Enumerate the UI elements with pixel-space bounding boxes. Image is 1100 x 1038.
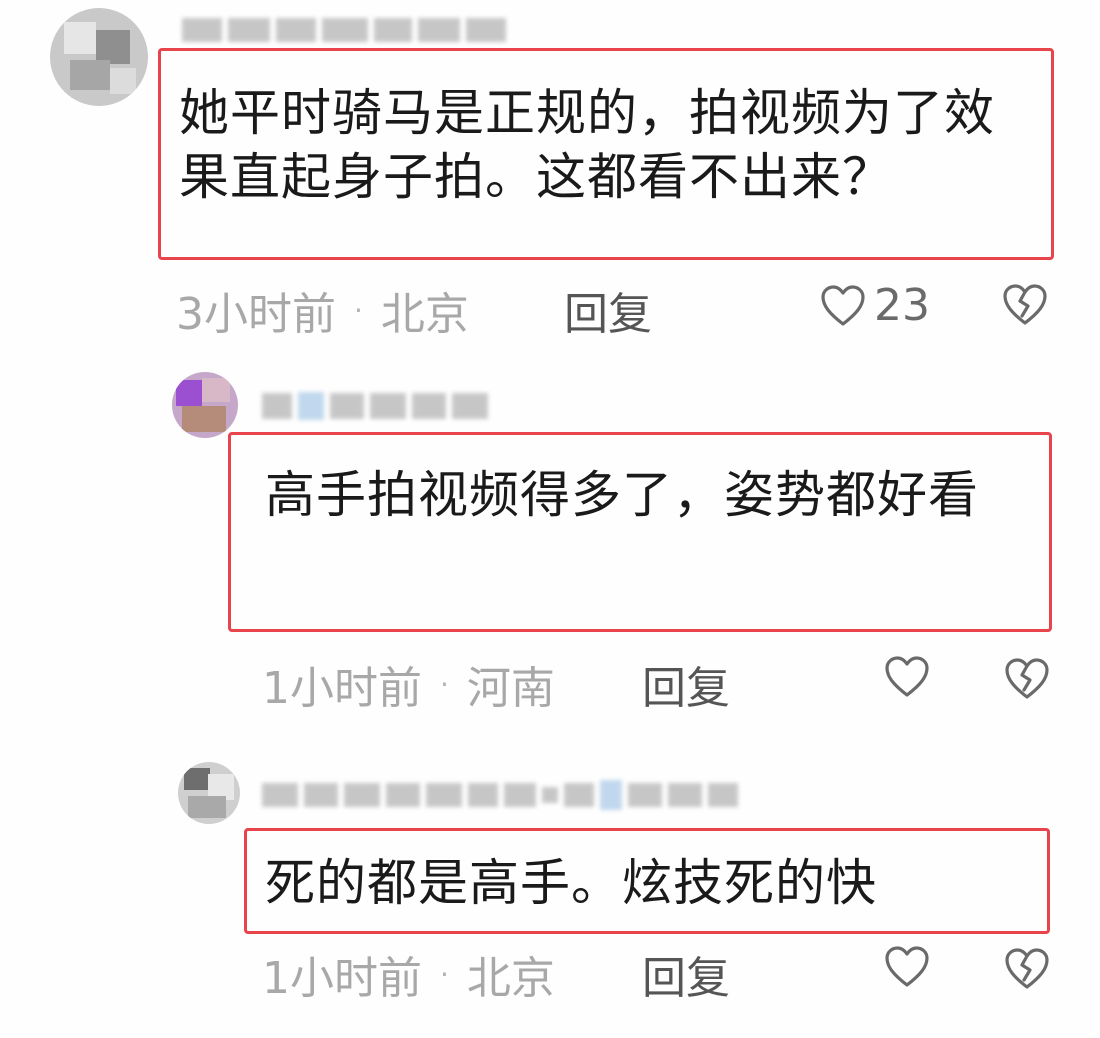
comment-location: 北京 bbox=[466, 953, 555, 1004]
broken-heart-icon bbox=[1004, 658, 1050, 700]
comment-text: 她平时骑马是正规的，拍视频为了效果直起身子拍。这都看不出来？ bbox=[179, 84, 995, 206]
comment-text-box: 她平时骑马是正规的，拍视频为了效果直起身子拍。这都看不出来？ bbox=[158, 48, 1054, 260]
comment-location: 河南 bbox=[466, 663, 555, 714]
like-button[interactable] bbox=[884, 656, 930, 698]
comment-time: 1小时前 bbox=[262, 663, 422, 714]
reply-button[interactable]: 回复 bbox=[642, 652, 730, 716]
reply-button[interactable]: 回复 bbox=[564, 278, 652, 342]
avatar[interactable] bbox=[178, 762, 240, 824]
comment-thread: 她平时骑马是正规的，拍视频为了效果直起身子拍。这都看不出来？ 3小时前 · 北京… bbox=[0, 0, 1100, 1038]
broken-heart-icon bbox=[1004, 948, 1050, 990]
comment-text-box: 死的都是高手。炫技死的快 bbox=[244, 828, 1050, 934]
comment-meta: 3小时前 · 北京 bbox=[176, 278, 469, 342]
dislike-button[interactable] bbox=[1002, 284, 1048, 326]
heart-outline-icon bbox=[884, 946, 930, 988]
comment-location: 北京 bbox=[380, 289, 469, 340]
reply-button[interactable]: 回复 bbox=[642, 942, 730, 1006]
separator-dot: · bbox=[440, 957, 449, 991]
comment-meta: 1小时前 · 河南 bbox=[262, 652, 555, 716]
avatar[interactable] bbox=[172, 372, 238, 438]
dislike-button[interactable] bbox=[1004, 948, 1050, 990]
username-blurred[interactable] bbox=[262, 392, 488, 420]
avatar[interactable] bbox=[50, 8, 148, 106]
comment-text: 高手拍视频得多了，姿势都好看 bbox=[265, 466, 979, 524]
like-count: 23 bbox=[874, 280, 930, 331]
heart-outline-icon bbox=[884, 656, 930, 698]
comment-time: 1小时前 bbox=[262, 953, 422, 1004]
username-blurred[interactable] bbox=[182, 18, 506, 42]
like-button[interactable] bbox=[884, 946, 930, 988]
comment-text-box: 高手拍视频得多了，姿势都好看 bbox=[228, 432, 1052, 632]
broken-heart-icon bbox=[1002, 284, 1048, 326]
heart-outline-icon bbox=[820, 284, 866, 327]
dislike-button[interactable] bbox=[1004, 658, 1050, 700]
separator-dot: · bbox=[440, 667, 449, 701]
comment-time: 3小时前 bbox=[176, 289, 336, 340]
comment-text: 死的都是高手。炫技死的快 bbox=[265, 854, 877, 912]
comment-meta: 1小时前 · 北京 bbox=[262, 942, 555, 1006]
username-blurred[interactable] bbox=[262, 780, 738, 810]
like-button[interactable]: 23 bbox=[820, 280, 930, 331]
separator-dot: · bbox=[354, 293, 363, 327]
